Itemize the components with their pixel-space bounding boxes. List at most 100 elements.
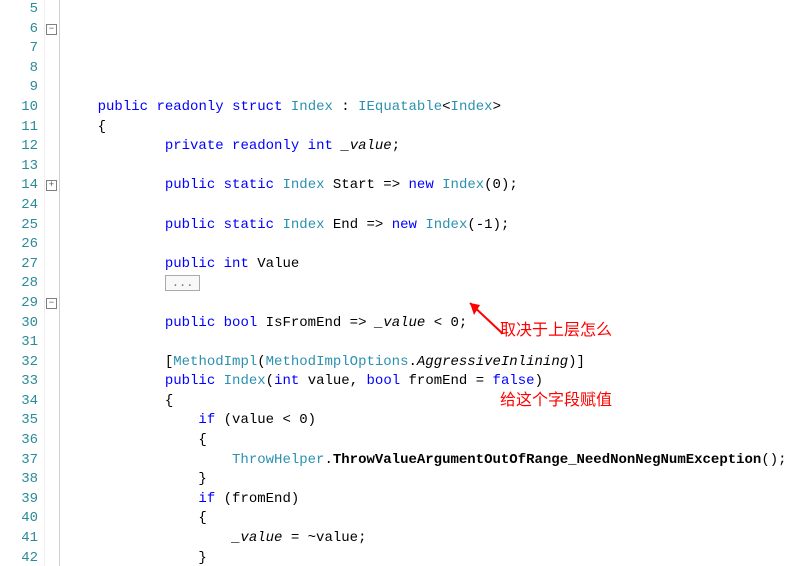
- token: bool: [224, 315, 258, 331]
- code-line[interactable]: _value = ~value;: [64, 529, 807, 549]
- line-number: 34: [0, 392, 40, 412]
- token: _value: [232, 530, 282, 546]
- token: (fromEnd): [215, 491, 299, 507]
- token: }: [198, 550, 206, 566]
- line-number: 30: [0, 314, 40, 334]
- code-line[interactable]: {: [64, 509, 807, 529]
- line-number: 35: [0, 411, 40, 431]
- token: new: [392, 217, 417, 233]
- fold-expand-icon[interactable]: +: [46, 180, 57, 191]
- token: < 0;: [425, 315, 467, 331]
- token: static: [224, 217, 274, 233]
- token: End =>: [325, 217, 392, 233]
- code-line[interactable]: [64, 196, 807, 216]
- token: int: [274, 373, 299, 389]
- line-number: 6: [0, 20, 40, 40]
- token: Index: [282, 177, 324, 193]
- collapsed-region[interactable]: ...: [165, 275, 201, 291]
- line-number: 5: [0, 0, 40, 20]
- line-number: 8: [0, 59, 40, 79]
- token: bool: [367, 373, 401, 389]
- line-number: 33: [0, 372, 40, 392]
- code-line[interactable]: [64, 157, 807, 177]
- code-line[interactable]: if (value < 0): [64, 411, 807, 431]
- token: (0);: [484, 177, 518, 193]
- token: readonly: [232, 138, 299, 154]
- token: )]: [568, 354, 585, 370]
- token: (: [266, 373, 274, 389]
- code-line[interactable]: if (fromEnd): [64, 490, 807, 510]
- line-number: 32: [0, 353, 40, 373]
- token: private: [165, 138, 224, 154]
- code-line[interactable]: public static Index Start => new Index(0…: [64, 176, 807, 196]
- token: >: [493, 99, 501, 115]
- token: = ~value;: [282, 530, 366, 546]
- code-line[interactable]: public readonly struct Index : IEquatabl…: [64, 98, 807, 118]
- code-line[interactable]: [64, 294, 807, 314]
- code-line[interactable]: public static Index End => new Index(-1)…: [64, 216, 807, 236]
- line-number: 24: [0, 196, 40, 216]
- token: [434, 177, 442, 193]
- token: [299, 138, 307, 154]
- line-number: 10: [0, 98, 40, 118]
- token: int: [308, 138, 333, 154]
- token: [224, 138, 232, 154]
- fold-collapse-icon[interactable]: −: [46, 298, 57, 309]
- token: {: [198, 510, 206, 526]
- token: .: [408, 354, 416, 370]
- line-number: 11: [0, 118, 40, 138]
- token: Index: [224, 373, 266, 389]
- token: ThrowValueArgumentOutOfRange_NeedNonNegN…: [333, 452, 761, 468]
- token: [224, 99, 232, 115]
- code-line[interactable]: [MethodImpl(MethodImplOptions.Aggressive…: [64, 353, 807, 373]
- token: :: [333, 99, 358, 115]
- token: (value < 0): [215, 412, 316, 428]
- token: [282, 99, 290, 115]
- token: [215, 217, 223, 233]
- code-line[interactable]: {: [64, 392, 807, 412]
- code-line[interactable]: [64, 333, 807, 353]
- token: _value: [375, 315, 425, 331]
- token: public: [165, 177, 215, 193]
- line-number: 38: [0, 470, 40, 490]
- token: public: [165, 217, 215, 233]
- token: [215, 373, 223, 389]
- token: public: [165, 373, 215, 389]
- fold-gutter[interactable]: − + −: [44, 0, 60, 566]
- code-line[interactable]: }: [64, 549, 807, 566]
- code-editor[interactable]: 5678910111213142425262728293031323334353…: [0, 0, 807, 566]
- code-area[interactable]: 取决于上层怎么 给这个字段赋值 public readonly struct I…: [60, 0, 807, 566]
- token: Start =>: [325, 177, 409, 193]
- code-line[interactable]: ThrowHelper.ThrowValueArgumentOutOfRange…: [64, 451, 807, 471]
- token: public: [165, 315, 215, 331]
- code-line[interactable]: }: [64, 470, 807, 490]
- token: ): [535, 373, 543, 389]
- token: <: [442, 99, 450, 115]
- line-number: 40: [0, 509, 40, 529]
- fold-collapse-icon[interactable]: −: [46, 24, 57, 35]
- token: readonly: [156, 99, 223, 115]
- token: public: [98, 99, 148, 115]
- code-line[interactable]: ...: [64, 274, 807, 294]
- token: (-1);: [467, 217, 509, 233]
- code-line[interactable]: public Index(int value, bool fromEnd = f…: [64, 372, 807, 392]
- line-number-gutter: 5678910111213142425262728293031323334353…: [0, 0, 44, 566]
- code-line[interactable]: [64, 235, 807, 255]
- token: IEquatable: [358, 99, 442, 115]
- token: ThrowHelper: [232, 452, 324, 468]
- code-line[interactable]: {: [64, 118, 807, 138]
- token: AggressiveInlining: [417, 354, 568, 370]
- token: struct: [232, 99, 282, 115]
- token: Index: [451, 99, 493, 115]
- token: .: [324, 452, 332, 468]
- code-line[interactable]: public int Value: [64, 255, 807, 275]
- code-line[interactable]: private readonly int _value;: [64, 137, 807, 157]
- code-line[interactable]: public bool IsFromEnd => _value < 0;: [64, 314, 807, 334]
- token: ();: [761, 452, 786, 468]
- token: _value: [341, 138, 391, 154]
- line-number: 29: [0, 294, 40, 314]
- token: Index: [282, 217, 324, 233]
- code-line[interactable]: {: [64, 431, 807, 451]
- token: {: [165, 393, 173, 409]
- token: static: [224, 177, 274, 193]
